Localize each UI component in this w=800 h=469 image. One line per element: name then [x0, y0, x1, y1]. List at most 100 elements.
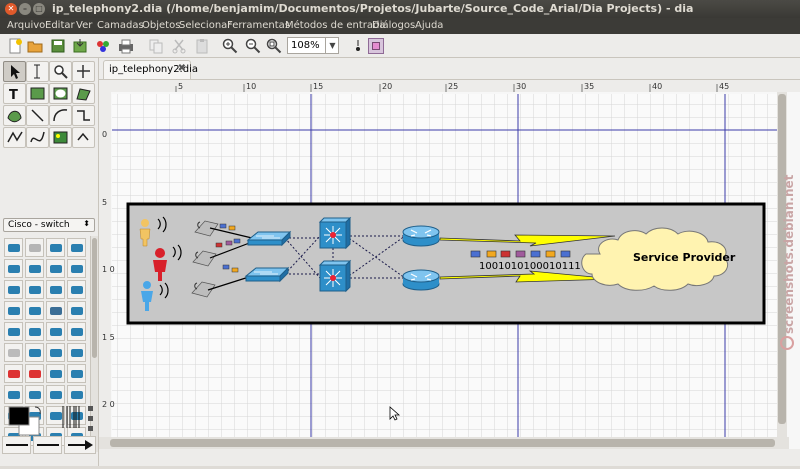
menu-editar[interactable]: Editar — [45, 20, 75, 31]
export-icon[interactable] — [72, 38, 88, 54]
multilayer-switch[interactable] — [318, 259, 352, 293]
close-tab-icon[interactable]: ✖ — [178, 63, 186, 74]
cisco-router[interactable] — [402, 225, 440, 247]
diagram-canvas-area[interactable]: 5 10 15 20 25 30 35 40 45 0 5 1 0 1 5 2 … — [99, 80, 800, 466]
ruler-label: 25 — [448, 82, 458, 91]
menu-objetos[interactable]: Objetos — [142, 20, 180, 31]
zoom-fit-icon[interactable] — [266, 38, 282, 54]
cisco-shape[interactable] — [67, 238, 86, 257]
cisco-shape[interactable] — [67, 343, 86, 362]
zoom-out-icon[interactable] — [245, 38, 261, 54]
ellipse-tool[interactable] — [49, 83, 72, 104]
line-style-selector[interactable] — [33, 436, 62, 454]
print-icon[interactable] — [118, 38, 134, 54]
end-arrow-selector[interactable] — [64, 436, 96, 454]
cisco-shape[interactable] — [4, 322, 23, 341]
cisco-shape[interactable] — [46, 259, 65, 278]
show-connection-points-icon[interactable] — [368, 38, 384, 54]
outline-tool[interactable] — [72, 127, 95, 148]
cloud-label: Service Provider — [633, 251, 736, 264]
menu-camadas[interactable]: Camadas — [97, 20, 144, 31]
maximize-window-icon[interactable]: □ — [33, 3, 45, 15]
top-ruler: 5 10 15 20 25 30 35 40 45 — [99, 80, 800, 92]
cisco-shape[interactable] — [46, 238, 65, 257]
polyline-tool[interactable] — [3, 127, 26, 148]
cisco-shape[interactable] — [67, 322, 86, 341]
copy-icon[interactable] — [148, 38, 164, 54]
diagram-properties-icon[interactable] — [95, 38, 111, 54]
text-edit-tool[interactable] — [26, 61, 49, 82]
menu-ferramentas[interactable]: Ferramentas — [227, 20, 290, 31]
cisco-shape[interactable] — [25, 301, 44, 320]
cisco-shape[interactable] — [46, 385, 65, 404]
pointer-tool[interactable] — [3, 61, 26, 82]
image-tool[interactable] — [49, 127, 72, 148]
cisco-shape[interactable] — [25, 385, 44, 404]
cisco-shape[interactable] — [4, 259, 23, 278]
menu-selecionar[interactable]: Selecionar — [179, 20, 231, 31]
palette-scroll-thumb[interactable] — [92, 238, 97, 358]
cisco-shape[interactable] — [67, 259, 86, 278]
color-selector[interactable] — [5, 403, 45, 439]
cisco-shape[interactable] — [67, 364, 86, 383]
box-tool[interactable] — [26, 83, 49, 104]
ruler-label: 5 — [178, 82, 183, 91]
cisco-shape[interactable] — [46, 322, 65, 341]
line-width-icon[interactable] — [60, 404, 84, 430]
zoom-dropdown-icon[interactable]: ▼ — [325, 37, 339, 54]
menu-ajuda[interactable]: Ajuda — [415, 20, 443, 31]
text-tool[interactable]: T — [3, 83, 26, 104]
cisco-shape[interactable] — [4, 301, 23, 320]
minimize-window-icon[interactable]: – — [19, 3, 31, 15]
arc-tool[interactable] — [49, 105, 72, 126]
ruler-label: 35 — [584, 82, 594, 91]
cisco-router[interactable] — [402, 269, 440, 291]
horizontal-scrollbar[interactable] — [99, 437, 789, 449]
cisco-shape[interactable] — [4, 385, 23, 404]
cisco-shape[interactable] — [4, 280, 23, 299]
cisco-shape[interactable] — [25, 322, 44, 341]
cisco-shape[interactable] — [67, 280, 86, 299]
new-file-icon[interactable] — [7, 38, 23, 54]
beziergon-tool[interactable] — [3, 105, 26, 126]
bezier-line-tool[interactable] — [26, 127, 49, 148]
ruler-label: 1 0 — [102, 265, 115, 274]
cisco-shape[interactable] — [67, 301, 86, 320]
line-tool[interactable] — [26, 105, 49, 126]
magnify-tool[interactable] — [49, 61, 72, 82]
multilayer-switch[interactable] — [318, 216, 352, 250]
menu-ver[interactable]: Ver — [76, 20, 92, 31]
cisco-shape[interactable] — [25, 343, 44, 362]
cisco-shape[interactable] — [46, 280, 65, 299]
cisco-shape[interactable] — [4, 238, 23, 257]
cisco-shape[interactable] — [25, 364, 44, 383]
cisco-shape[interactable] — [46, 301, 65, 320]
save-icon[interactable] — [50, 38, 66, 54]
tab-ip-telephony2[interactable]: ip_telephony2.dia ✖ — [103, 60, 198, 79]
sheet-selector[interactable]: Cisco - switch ⬍ — [3, 218, 95, 232]
cisco-shape[interactable] — [25, 259, 44, 278]
cisco-shape[interactable] — [4, 343, 23, 362]
cisco-shape[interactable] — [25, 238, 44, 257]
line-width-dots-icon[interactable] — [86, 404, 96, 434]
menu-arquivo[interactable]: Arquivo — [7, 20, 45, 31]
menu-metodos[interactable]: Métodos de entrada — [285, 20, 385, 31]
scroll-tool[interactable] — [72, 61, 95, 82]
polygon-tool[interactable] — [72, 83, 95, 104]
chevron-down-icon: ⬍ — [83, 219, 90, 228]
cisco-shape[interactable] — [46, 364, 65, 383]
paste-icon[interactable] — [194, 38, 210, 54]
zoom-in-icon[interactable] — [222, 38, 238, 54]
close-window-icon[interactable]: ✕ — [5, 3, 17, 15]
cisco-shape[interactable] — [46, 343, 65, 362]
cut-icon[interactable] — [171, 38, 187, 54]
diagram-canvas[interactable]: 5 10 15 20 25 30 35 40 45 0 5 1 0 1 5 2 … — [99, 80, 800, 466]
cisco-shape[interactable] — [25, 280, 44, 299]
start-arrow-selector[interactable] — [2, 436, 31, 454]
menu-dialogos[interactable]: Diálogos — [372, 20, 415, 31]
cisco-shape[interactable] — [67, 385, 86, 404]
snap-to-grid-icon[interactable] — [350, 38, 366, 54]
zigzag-line-tool[interactable] — [72, 105, 95, 126]
open-file-icon[interactable] — [27, 38, 43, 54]
cisco-shape[interactable] — [4, 364, 23, 383]
